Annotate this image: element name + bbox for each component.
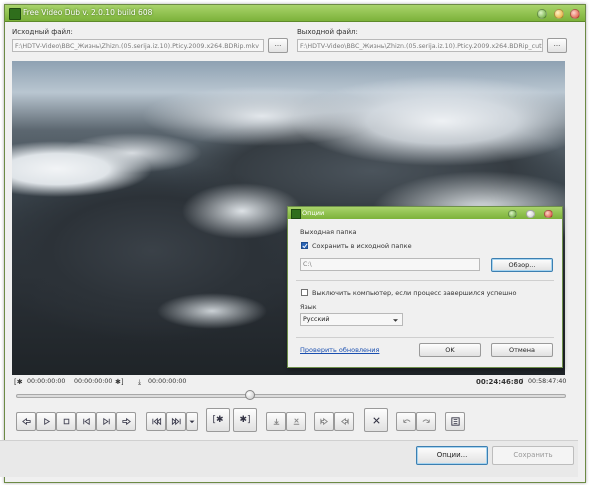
language-select[interactable]: Русский — [300, 313, 403, 326]
dialog-separator-1 — [296, 280, 554, 281]
redo-button[interactable] — [416, 412, 436, 431]
position-marker-time: 00:00:00:00 — [148, 378, 187, 385]
source-file-field[interactable]: F:\HDTV-Video\BBC_Жизнь\Zhizn.(05.serija… — [12, 39, 264, 52]
shutdown-label: Выключить компьютер, если процесс заверш… — [312, 289, 517, 297]
dialog-minimize-button[interactable] — [526, 209, 535, 218]
browse-folder-button[interactable]: Обзор... — [491, 258, 553, 272]
seek-slider[interactable] — [16, 394, 566, 398]
undo-icon — [402, 419, 410, 423]
help-button[interactable] — [537, 9, 547, 19]
play-icon — [43, 417, 50, 426]
next-segment-button[interactable] — [334, 412, 354, 431]
time-separator: / — [521, 378, 524, 385]
output-folder-label: Выходная папка — [300, 228, 357, 236]
prev-frame-button[interactable] — [76, 412, 96, 431]
stop-icon — [63, 418, 69, 425]
output-browse-button[interactable]: ... — [547, 38, 567, 53]
output-file-label: Выходной файл: — [297, 28, 358, 36]
prev-segment-button[interactable] — [314, 412, 334, 431]
go-start-icon — [151, 417, 161, 426]
save-button[interactable]: Сохранить — [492, 446, 574, 465]
position-marker-icon[interactable]: ⤓ — [138, 378, 141, 387]
check-updates-link[interactable]: Проверить обновления — [300, 346, 379, 354]
dialog-close-button[interactable] — [544, 209, 553, 218]
delete-segment-button[interactable] — [286, 412, 306, 431]
chevron-down-icon — [189, 420, 195, 424]
mark-out-button[interactable]: ✱] — [233, 408, 257, 432]
next-frame-icon — [102, 417, 110, 426]
go-end-button[interactable] — [166, 412, 186, 431]
selection-end-time: 00:00:00:00 — [74, 378, 113, 385]
app-icon — [9, 8, 21, 20]
language-label: Язык — [300, 304, 317, 311]
prev-frame-icon — [82, 417, 90, 426]
next-frame-button[interactable] — [96, 412, 116, 431]
close-button[interactable] — [570, 9, 580, 19]
go-end-icon — [171, 417, 181, 426]
jump-dropdown-button[interactable] — [186, 412, 198, 431]
clear-button[interactable] — [364, 408, 388, 432]
mark-in-button[interactable]: [✱ — [206, 408, 230, 432]
options-dialog: Опции Выходная папка Сохранить в исходно… — [287, 206, 563, 368]
source-file-label: Исходный файл: — [12, 28, 73, 36]
chevron-down-icon — [393, 319, 398, 322]
dialog-title: Опции — [302, 208, 325, 217]
delete-segment-icon — [293, 418, 299, 425]
checkmark-icon — [302, 243, 308, 249]
play-button[interactable] — [36, 412, 56, 431]
dialog-separator-2 — [296, 337, 554, 338]
prev-segment-icon — [319, 417, 328, 426]
source-browse-button[interactable]: ... — [268, 38, 288, 53]
step-back-icon — [21, 417, 31, 426]
list-button[interactable] — [445, 412, 465, 431]
ok-button[interactable]: OK — [419, 343, 481, 357]
step-forward-icon — [121, 417, 131, 426]
options-button[interactable]: Опции... — [416, 446, 488, 465]
window-title: Free Video Dub v. 2.0.10 build 608 — [23, 8, 153, 17]
minimize-button[interactable] — [554, 9, 564, 19]
selection-start-icon[interactable]: [✱ — [14, 378, 23, 386]
current-time: 00:24:46:80 — [476, 378, 524, 386]
undo-button[interactable] — [396, 412, 416, 431]
redo-icon — [422, 419, 430, 423]
close-icon — [372, 416, 380, 424]
language-value: Русский — [303, 316, 330, 323]
cut-button[interactable] — [266, 412, 286, 431]
dialog-app-icon — [291, 209, 301, 219]
output-folder-field[interactable]: C:\ — [300, 258, 480, 271]
cut-icon — [273, 418, 279, 425]
dialog-help-button[interactable] — [508, 209, 517, 218]
stop-button[interactable] — [56, 412, 76, 431]
output-file-field[interactable]: F:\HDTV-Video\BBC_Жизнь\Zhizn.(05.serija… — [297, 39, 543, 52]
dialog-title-bar[interactable]: Опции — [288, 207, 562, 219]
go-start-button[interactable] — [146, 412, 166, 431]
title-bar[interactable]: Free Video Dub v. 2.0.10 build 608 — [5, 5, 585, 22]
selection-end-icon[interactable]: ✱] — [115, 378, 124, 386]
next-segment-icon — [340, 417, 349, 426]
total-time: 00:58:47:40 — [528, 378, 567, 385]
list-icon — [450, 417, 460, 426]
step-back-button[interactable] — [16, 412, 36, 431]
cancel-button[interactable]: Отмена — [491, 343, 553, 357]
shutdown-checkbox[interactable] — [301, 289, 308, 296]
selection-start-time: 00:00:00:00 — [27, 378, 66, 385]
save-in-source-checkbox[interactable] — [301, 242, 308, 249]
step-forward-button[interactable] — [116, 412, 136, 431]
save-in-source-label: Сохранить в исходной папке — [312, 242, 412, 250]
